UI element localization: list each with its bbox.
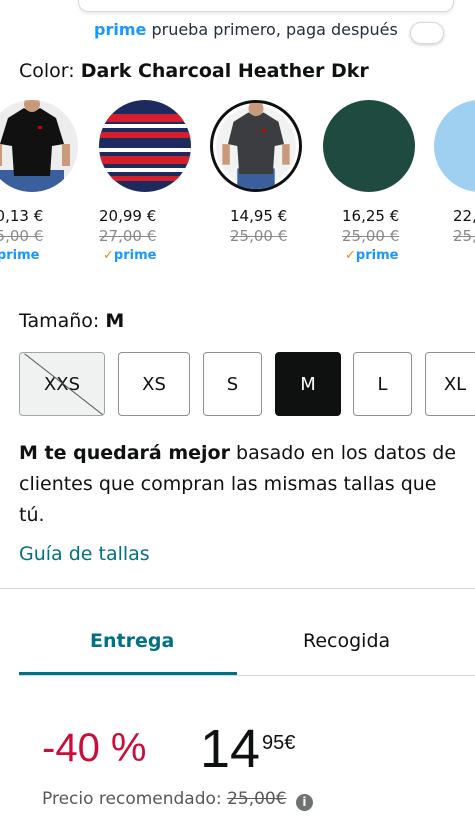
swatch-was-price: 25,00 €: [342, 227, 400, 245]
size-option-s[interactable]: S: [203, 352, 262, 416]
color-swatch-carousel[interactable]: 20,13 € 25,00 € ✓prime 20,99 € 27,00 € ✓…: [0, 100, 475, 280]
prime-logo: prime: [94, 20, 147, 39]
size-option-xs[interactable]: XS: [118, 352, 190, 416]
prime-badge-text: prime: [0, 248, 40, 263]
rrp-value: 25,00€: [227, 789, 287, 809]
price-whole: 14: [200, 719, 261, 779]
discount-percentage: -40 %: [42, 726, 147, 770]
color-label: Color: Dark Charcoal Heather Dkr: [19, 60, 369, 82]
prime-check-icon: ✓: [103, 248, 114, 263]
section-divider: [0, 588, 475, 589]
color-swatch-dark-charcoal[interactable]: 14,95 € 25,00 €: [210, 100, 320, 245]
prime-badge-text: prime: [355, 248, 399, 263]
unavailable-slash: [24, 353, 104, 415]
top-card-edge: [78, 0, 454, 12]
size-option-label: S: [226, 373, 239, 395]
color-swatch-stripes[interactable]: 20,99 € 27,00 € ✓prime: [99, 100, 209, 263]
rrp-label: Precio recomendado:: [42, 789, 222, 809]
info-icon[interactable]: i: [295, 794, 313, 811]
color-swatch-black[interactable]: 20,13 € 25,00 € ✓prime: [0, 100, 96, 263]
size-label: Tamaño: M: [19, 310, 124, 332]
size-selected-value: M: [105, 310, 125, 332]
color-swatch-light-blue[interactable]: 22, 25,: [434, 100, 475, 245]
tab-divider: [19, 675, 475, 676]
size-fit-recommendation: M te quedará mejor basado en los datos d…: [19, 438, 459, 531]
fit-message-bold: M te quedará mejor: [19, 442, 230, 464]
black-tshirt-image: [0, 100, 78, 192]
size-option-m[interactable]: M: [275, 352, 341, 416]
price-fraction: 95€: [262, 732, 295, 755]
prime-try-before-buy-banner: prime prueba primero, paga después: [94, 20, 398, 39]
dark-green-fabric-image: [323, 100, 415, 192]
prime-badge-text: prime: [113, 248, 157, 263]
swatch-price: 20,13 €: [0, 207, 44, 225]
prime-badge: ✓prime: [103, 248, 209, 263]
size-label-prefix: Tamaño:: [19, 310, 100, 332]
tab-pickup[interactable]: Recogida: [303, 630, 390, 652]
dark-charcoal-tshirt-image: [210, 100, 302, 192]
size-option-xxs[interactable]: XXS: [19, 352, 105, 416]
size-option-label: XL: [443, 373, 467, 395]
swatch-price: 20,99 €: [99, 207, 157, 225]
recommended-price: Precio recomendado: 25,00€ i: [42, 789, 313, 811]
prime-badge: ✓prime: [345, 248, 433, 263]
size-option-xl[interactable]: XL: [425, 352, 475, 416]
prime-badge: ✓prime: [0, 248, 96, 263]
price-cents: 95: [262, 732, 285, 754]
swatch-price: 14,95 €: [230, 207, 288, 225]
prime-toggle-switch[interactable]: [410, 22, 444, 44]
size-option-l[interactable]: L: [353, 352, 412, 416]
prime-banner-text: prueba primero, paga después: [151, 20, 398, 39]
swatch-was-price: 25,00 €: [0, 227, 44, 245]
tab-delivery[interactable]: Entrega: [90, 630, 174, 652]
size-option-label: L: [377, 373, 388, 395]
light-blue-fabric-image: [434, 100, 475, 192]
size-guide-link[interactable]: Guía de tallas: [19, 543, 150, 565]
swatch-was-price: 27,00 €: [99, 227, 157, 245]
swatch-price: 16,25 €: [342, 207, 400, 225]
swatch-was-price: 25,: [453, 227, 475, 245]
color-swatch-dark-green[interactable]: 16,25 € 25,00 € ✓prime: [323, 100, 433, 263]
color-selected-value: Dark Charcoal Heather Dkr: [80, 60, 369, 82]
size-option-label: XS: [142, 373, 166, 395]
color-label-prefix: Color:: [19, 60, 75, 82]
prime-check-icon: ✓: [345, 248, 356, 263]
size-option-label: M: [300, 373, 316, 395]
striped-fabric-image: [99, 100, 191, 192]
swatch-was-price: 25,00 €: [230, 227, 288, 245]
price-currency: €: [284, 732, 296, 754]
swatch-price: 22,: [453, 207, 475, 225]
